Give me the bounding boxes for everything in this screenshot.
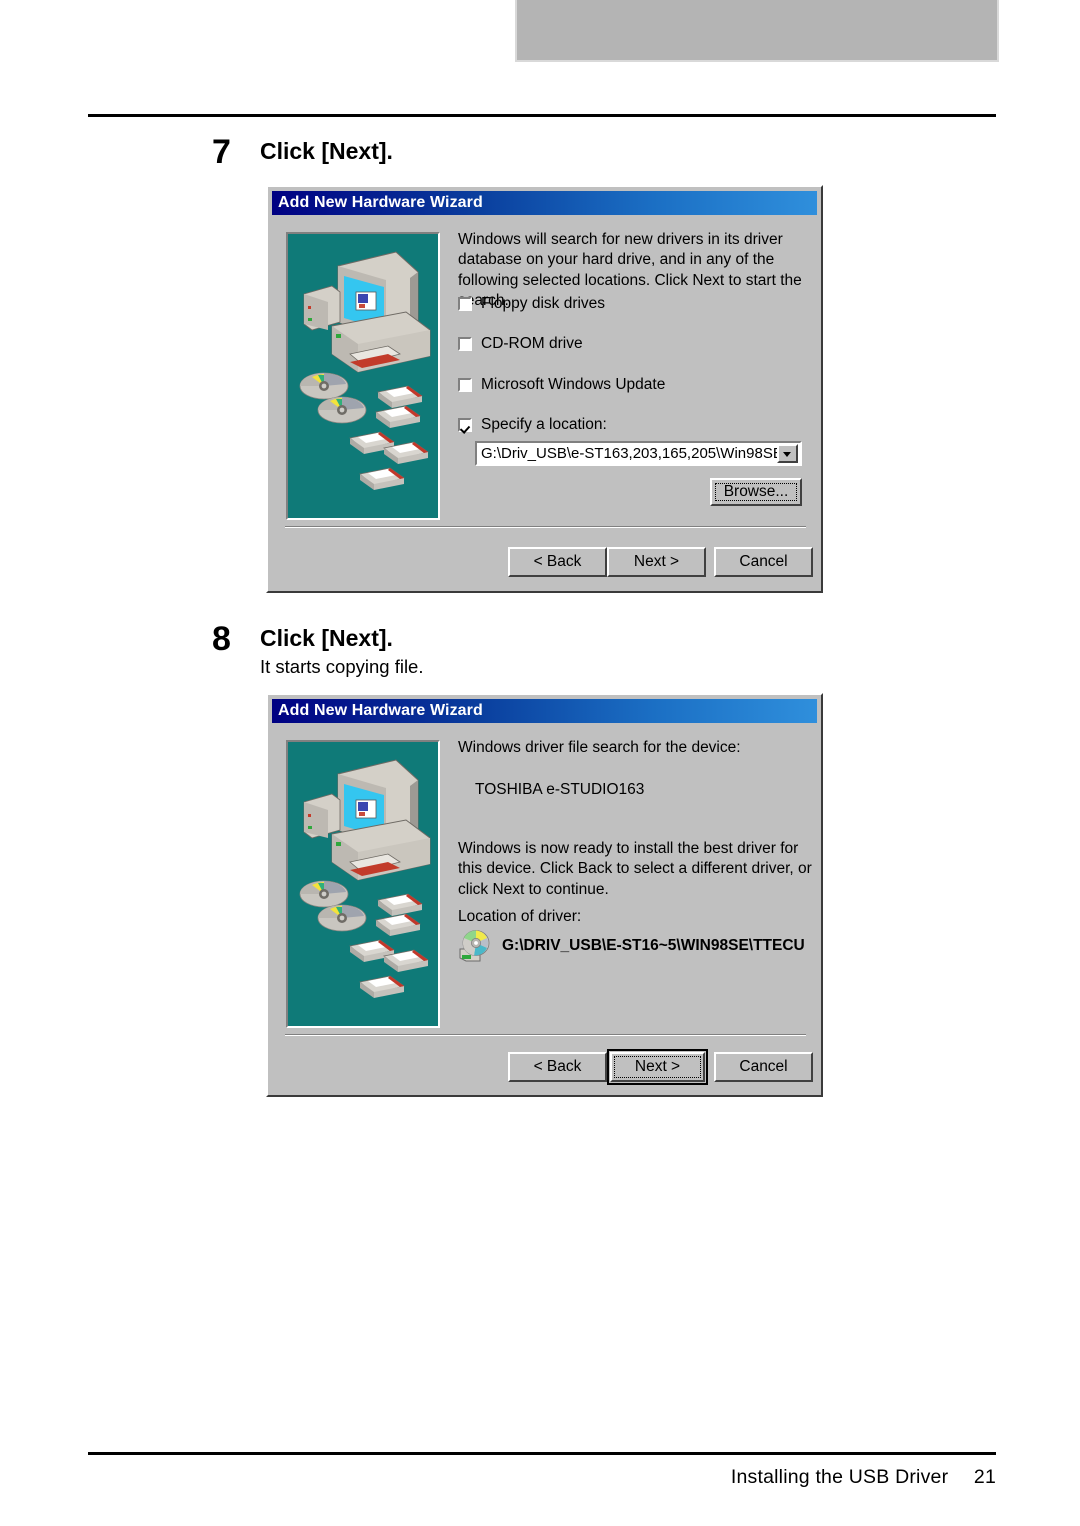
footer: Installing the USB Driver 21 bbox=[88, 1466, 996, 1489]
cd-rom-drive-icon bbox=[459, 930, 490, 962]
checkbox-specify-a-location[interactable]: Specify a location: bbox=[458, 416, 607, 434]
dialog-2-next-button[interactable]: Next > bbox=[607, 1049, 708, 1085]
wizard-illustration-2 bbox=[286, 740, 440, 1028]
browse-button-label: Browse... bbox=[723, 483, 789, 500]
computer-and-media-illustration-2 bbox=[299, 759, 431, 998]
dialog-1-back-button[interactable]: < Back bbox=[508, 547, 607, 577]
step-7-number: 7 bbox=[212, 133, 231, 171]
checkbox-floppy-disk-drives[interactable]: Floppy disk drives bbox=[458, 295, 605, 313]
dialog-2-next-label: Next > bbox=[634, 1058, 681, 1075]
dialog-2-titlebar: Add New Hardware Wizard bbox=[272, 699, 817, 723]
dialog-1-titlebar: Add New Hardware Wizard bbox=[272, 191, 817, 215]
footer-chapter-title: Installing the USB Driver bbox=[730, 1466, 949, 1488]
dialog-1-next-label: Next > bbox=[633, 553, 680, 570]
dialog-2-back-label: < Back bbox=[533, 1058, 582, 1075]
header-rule bbox=[88, 114, 996, 117]
checkbox-specify-a-location-label: Specify a location: bbox=[481, 416, 607, 433]
step-8-subtitle: It starts copying file. bbox=[260, 656, 424, 677]
add-new-hardware-wizard-dialog-2[interactable]: Add New Hardware Wizard Windows driver f… bbox=[266, 693, 823, 1097]
dialog-1-cancel-button[interactable]: Cancel bbox=[714, 547, 813, 577]
step-8-number: 8 bbox=[212, 620, 231, 658]
chevron-down-icon[interactable] bbox=[777, 444, 798, 463]
driver-location-row: G:\DRIV_USB\E-ST16~5\WIN98SE\TTECU bbox=[458, 930, 805, 962]
checkbox-microsoft-windows-update[interactable]: Microsoft Windows Update bbox=[458, 376, 665, 394]
dialog-2-back-button[interactable]: < Back bbox=[508, 1052, 607, 1082]
device-name: TOSHIBA e-STUDIO163 bbox=[475, 781, 645, 798]
computer-and-media-illustration bbox=[299, 251, 431, 490]
checkbox-floppy-disk-drives-label: Floppy disk drives bbox=[481, 295, 606, 312]
dialog-1-cancel-label: Cancel bbox=[739, 553, 788, 570]
checkbox-cd-rom-drive[interactable]: CD-ROM drive bbox=[458, 335, 583, 353]
dialog-1-inner-frame: Add New Hardware Wizard Windows will sea… bbox=[268, 187, 821, 591]
location-of-driver-label: Location of driver: bbox=[458, 908, 582, 925]
dialog-1-back-label: < Back bbox=[533, 553, 582, 570]
dialog-1-separator bbox=[285, 526, 806, 528]
dialog-1-title: Add New Hardware Wizard bbox=[278, 194, 483, 211]
add-new-hardware-wizard-dialog-1[interactable]: Add New Hardware Wizard Windows will sea… bbox=[266, 185, 823, 593]
wizard-illustration-1 bbox=[286, 232, 440, 520]
checkbox-cd-rom-drive-label: CD-ROM drive bbox=[481, 335, 583, 352]
dialog-2-cancel-button[interactable]: Cancel bbox=[714, 1052, 813, 1082]
dialog-2-next-face: Next > bbox=[610, 1052, 705, 1082]
checkbox-cd-rom-drive-box[interactable] bbox=[458, 337, 472, 351]
location-combobox[interactable]: G:\Driv_USB\e-ST163,203,165,205\Win98SE bbox=[475, 441, 802, 466]
checkbox-microsoft-windows-update-label: Microsoft Windows Update bbox=[481, 376, 666, 393]
checkbox-floppy-disk-drives-box[interactable] bbox=[458, 297, 472, 311]
checkbox-specify-a-location-box[interactable] bbox=[458, 418, 472, 432]
driver-path-text: G:\DRIV_USB\E-ST16~5\WIN98SE\TTECU bbox=[502, 937, 805, 954]
dialog-2-title: Add New Hardware Wizard bbox=[278, 702, 483, 719]
footer-rule bbox=[88, 1452, 996, 1455]
dialog-1-next-button[interactable]: Next > bbox=[607, 547, 706, 577]
dialog-2-inner-frame: Add New Hardware Wizard Windows driver f… bbox=[268, 695, 821, 1095]
checkbox-microsoft-windows-update-box[interactable] bbox=[458, 378, 472, 392]
dialog-2-separator bbox=[285, 1034, 806, 1036]
header-gray-block bbox=[515, 0, 999, 62]
dialog-2-cancel-label: Cancel bbox=[739, 1058, 788, 1075]
ready-to-install-text: Windows is now ready to install the best… bbox=[458, 840, 812, 898]
page-number: 21 bbox=[973, 1466, 996, 1488]
driver-search-label: Windows driver file search for the devic… bbox=[458, 739, 741, 756]
browse-button[interactable]: Browse... bbox=[710, 478, 802, 506]
step-8-title: Click [Next]. bbox=[260, 625, 393, 651]
location-combobox-value: G:\Driv_USB\e-ST163,203,165,205\Win98SE bbox=[481, 445, 777, 462]
step-7-title: Click [Next]. bbox=[260, 138, 393, 164]
